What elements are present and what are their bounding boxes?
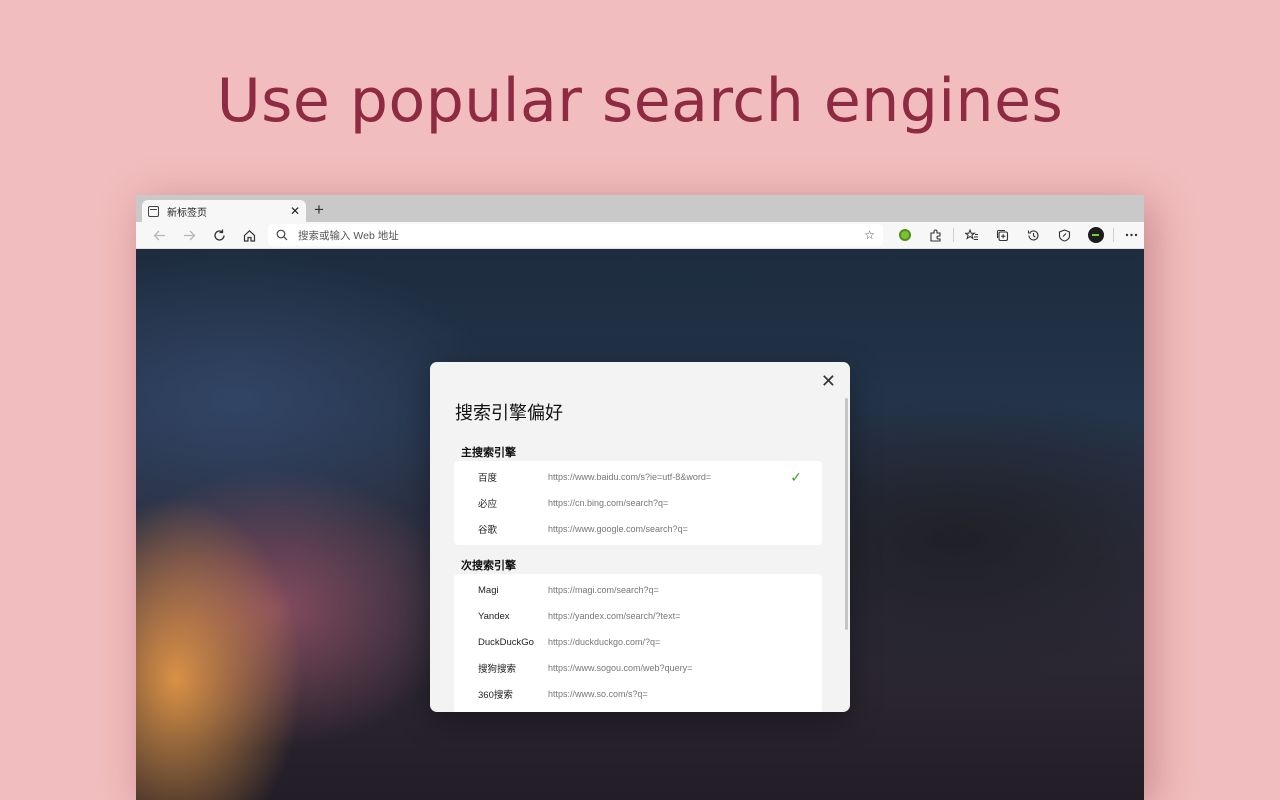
engine-url: https://duckduckgo.com/?q= xyxy=(548,637,661,647)
back-arrow-icon xyxy=(153,230,165,240)
search-engine-preferences-dialog: ✕ 搜索引擎偏好 主搜索引擎 百度 https://www.baidu.com/… xyxy=(430,362,850,712)
extension-logo-icon xyxy=(898,229,911,241)
engine-url: https://cn.bing.com/search?q= xyxy=(548,498,669,508)
extensions-button[interactable] xyxy=(920,224,951,246)
refresh-button[interactable] xyxy=(204,224,234,246)
engine-url: https://www.baidu.com/s?ie=utf-8&word= xyxy=(548,472,712,482)
tab-title: 新标签页 xyxy=(167,207,207,219)
list-item[interactable]: DuckDuckGo https://duckduckgo.com/?q= xyxy=(454,629,822,655)
new-tab-page-icon xyxy=(148,205,159,217)
engine-name: 百度 xyxy=(478,473,498,484)
dialog-scrollbar[interactable] xyxy=(845,398,848,630)
history-icon xyxy=(1027,229,1039,241)
collections-icon xyxy=(996,229,1009,241)
engine-name: Magi xyxy=(478,584,499,596)
list-item[interactable]: Yandex https://yandex.com/search/?text= xyxy=(454,603,822,629)
add-favorite-icon[interactable]: ☆ xyxy=(864,228,875,242)
toolbar-right xyxy=(889,224,1144,246)
primary-engine-heading: 主搜索引擎 xyxy=(461,447,516,459)
engine-name: 谷歌 xyxy=(478,525,498,536)
selected-check-icon: ✓ xyxy=(790,469,802,485)
engine-url: https://www.google.com/search?q= xyxy=(548,524,688,534)
toolbar-divider xyxy=(953,228,954,242)
profile-button[interactable] xyxy=(1080,224,1111,246)
collections-button[interactable] xyxy=(987,224,1018,246)
shield-heart-icon xyxy=(1058,228,1071,242)
primary-engine-list: 百度 https://www.baidu.com/s?ie=utf-8&word… xyxy=(454,461,822,545)
home-button[interactable] xyxy=(234,224,264,246)
engine-url: https://magi.com/search?q= xyxy=(548,585,659,595)
engine-name: DuckDuckGo xyxy=(478,636,534,648)
favorites-list-icon xyxy=(964,228,978,240)
forward-button[interactable] xyxy=(174,224,204,246)
engine-url: https://www.so.com/s?q= xyxy=(548,689,648,699)
search-icon xyxy=(276,229,288,241)
engine-name: 360搜索 xyxy=(478,690,513,701)
list-item[interactable]: Magi https://magi.com/search?q= xyxy=(454,577,822,603)
list-item[interactable]: 必应 https://cn.bing.com/search?q= xyxy=(454,490,822,516)
puzzle-icon xyxy=(930,229,941,242)
list-item[interactable]: 百度 https://www.baidu.com/s?ie=utf-8&word… xyxy=(454,464,822,490)
browser-essentials-button[interactable] xyxy=(1049,224,1080,246)
tab-strip: 新标签页 ✕ + xyxy=(136,195,1144,222)
list-item[interactable]: 360搜索 https://www.so.com/s?q= xyxy=(454,681,822,707)
dialog-title: 搜索引擎偏好 xyxy=(455,403,563,424)
more-dots-icon xyxy=(1125,233,1138,237)
promo-headline: Use popular search engines xyxy=(216,66,1064,136)
engine-url: https://www.sogou.com/web?query= xyxy=(548,663,693,673)
address-placeholder[interactable]: 搜索或输入 Web 地址 xyxy=(298,228,864,243)
engine-name: Yandex xyxy=(478,610,510,622)
favorites-button[interactable] xyxy=(956,224,987,246)
extension-green-button[interactable] xyxy=(889,224,920,246)
dialog-close-button[interactable]: ✕ xyxy=(821,371,836,392)
home-icon xyxy=(243,229,255,242)
refresh-icon xyxy=(213,229,225,241)
avatar xyxy=(1087,227,1104,243)
new-tab-button[interactable]: + xyxy=(314,200,324,220)
toolbar-divider-2 xyxy=(1113,228,1114,242)
address-bar[interactable]: 搜索或输入 Web 地址 ☆ xyxy=(268,224,883,246)
list-item[interactable]: 谷歌 https://www.google.com/search?q= xyxy=(454,516,822,542)
engine-name: 搜狗搜索 xyxy=(478,664,517,675)
secondary-engine-heading: 次搜索引擎 xyxy=(461,560,516,572)
engine-name: 必应 xyxy=(478,499,498,510)
tab-close-button[interactable]: ✕ xyxy=(290,204,300,218)
forward-arrow-icon xyxy=(183,230,195,240)
history-button[interactable] xyxy=(1018,224,1049,246)
list-item[interactable]: 搜狗搜索 https://www.sogou.com/web?query= xyxy=(454,655,822,681)
back-button[interactable] xyxy=(144,224,174,246)
settings-more-button[interactable] xyxy=(1116,224,1144,246)
engine-url: https://yandex.com/search/?text= xyxy=(548,611,681,621)
tab-new-tab[interactable]: 新标签页 ✕ xyxy=(142,200,306,222)
secondary-engine-list: Magi https://magi.com/search?q= Yandex h… xyxy=(454,574,822,712)
